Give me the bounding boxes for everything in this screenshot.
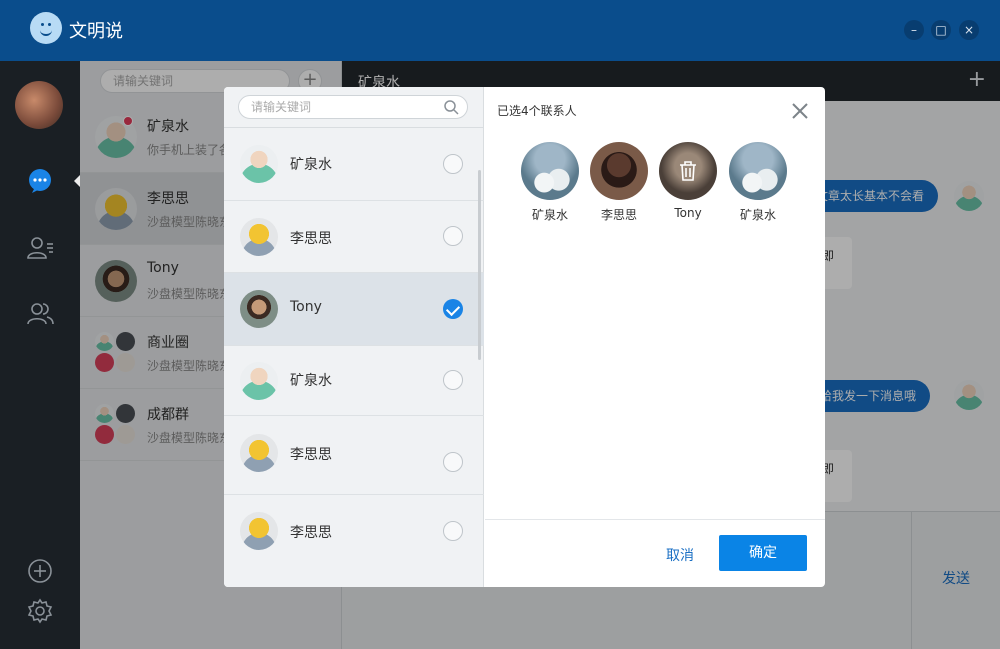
contact-name: 李思思	[290, 525, 332, 541]
app-title: 文明说	[69, 21, 123, 42]
cancel-button[interactable]: 取消	[666, 545, 694, 565]
contact-name: 李思思	[290, 447, 332, 463]
avatar	[590, 142, 648, 200]
selected-contact[interactable]: 李思思	[589, 142, 649, 223]
chat-bubble-icon[interactable]	[25, 166, 55, 196]
app-logo-icon	[30, 12, 62, 44]
trash-icon[interactable]	[679, 161, 697, 181]
contact-row[interactable]: 李思思	[224, 416, 484, 495]
contact-row[interactable]: 李思思	[224, 201, 484, 273]
contact-list: 矿泉水 李思思 Tony 矿泉水 李思思 李思思	[224, 127, 484, 587]
settings-gear-icon[interactable]	[25, 596, 55, 626]
select-radio[interactable]	[443, 154, 463, 174]
maximize-button[interactable]: □	[931, 20, 951, 40]
add-circle-icon[interactable]	[25, 556, 55, 586]
close-icon[interactable]	[790, 101, 810, 121]
contact-picker: 请输关键词 矿泉水 李思思 Tony 矿泉水 李思思 李思思	[224, 87, 484, 587]
contact-name: 矿泉水	[290, 373, 332, 389]
scrollbar[interactable]	[478, 170, 481, 360]
selected-contact[interactable]: 矿泉水	[728, 142, 788, 223]
contact-row[interactable]: 李思思	[224, 495, 484, 587]
contact-search-input[interactable]: 请输关键词	[238, 95, 468, 119]
avatar	[240, 218, 278, 256]
selected-contact-name: 李思思	[600, 208, 637, 222]
contact-row[interactable]: 矿泉水	[224, 128, 484, 201]
nav-rail	[0, 61, 80, 649]
avatar	[521, 142, 579, 200]
selected-contact[interactable]: Tony	[658, 142, 718, 220]
footer-divider	[485, 519, 825, 520]
contact-row[interactable]: Tony	[224, 273, 484, 346]
avatar	[240, 512, 278, 550]
selected-contact[interactable]: 矿泉水	[520, 142, 580, 223]
contact-name: Tony	[290, 299, 322, 315]
minimize-button[interactable]: –	[904, 20, 924, 40]
avatar	[240, 290, 278, 328]
selected-contact-name: 矿泉水	[739, 208, 776, 222]
avatar	[240, 362, 278, 400]
contacts-icon[interactable]	[25, 233, 55, 263]
select-radio[interactable]	[443, 370, 463, 390]
selected-contact-name: Tony	[674, 206, 702, 220]
avatar	[240, 434, 278, 472]
title-bar: 文明说 – □ ×	[0, 0, 1000, 61]
groups-icon[interactable]	[25, 299, 55, 329]
avatar	[240, 145, 278, 183]
avatar	[659, 142, 717, 200]
search-placeholder: 请输关键词	[251, 100, 312, 114]
contact-row[interactable]: 矿泉水	[224, 346, 484, 416]
my-avatar[interactable]	[15, 81, 63, 129]
selected-contact-name: 矿泉水	[531, 208, 568, 222]
selected-count-title: 已选4个联系人	[497, 104, 577, 118]
contact-name: 矿泉水	[290, 157, 332, 173]
select-radio[interactable]	[443, 452, 463, 472]
select-radio-checked[interactable]	[443, 299, 463, 319]
select-radio[interactable]	[443, 521, 463, 541]
select-radio[interactable]	[443, 226, 463, 246]
search-icon[interactable]	[443, 99, 459, 115]
close-window-button[interactable]: ×	[959, 20, 979, 40]
select-contacts-dialog: 请输关键词 矿泉水 李思思 Tony 矿泉水 李思思 李思思 已选4个联系人 矿…	[224, 87, 825, 587]
confirm-button[interactable]: 确定	[719, 535, 807, 571]
contact-name: 李思思	[290, 231, 332, 247]
avatar	[729, 142, 787, 200]
